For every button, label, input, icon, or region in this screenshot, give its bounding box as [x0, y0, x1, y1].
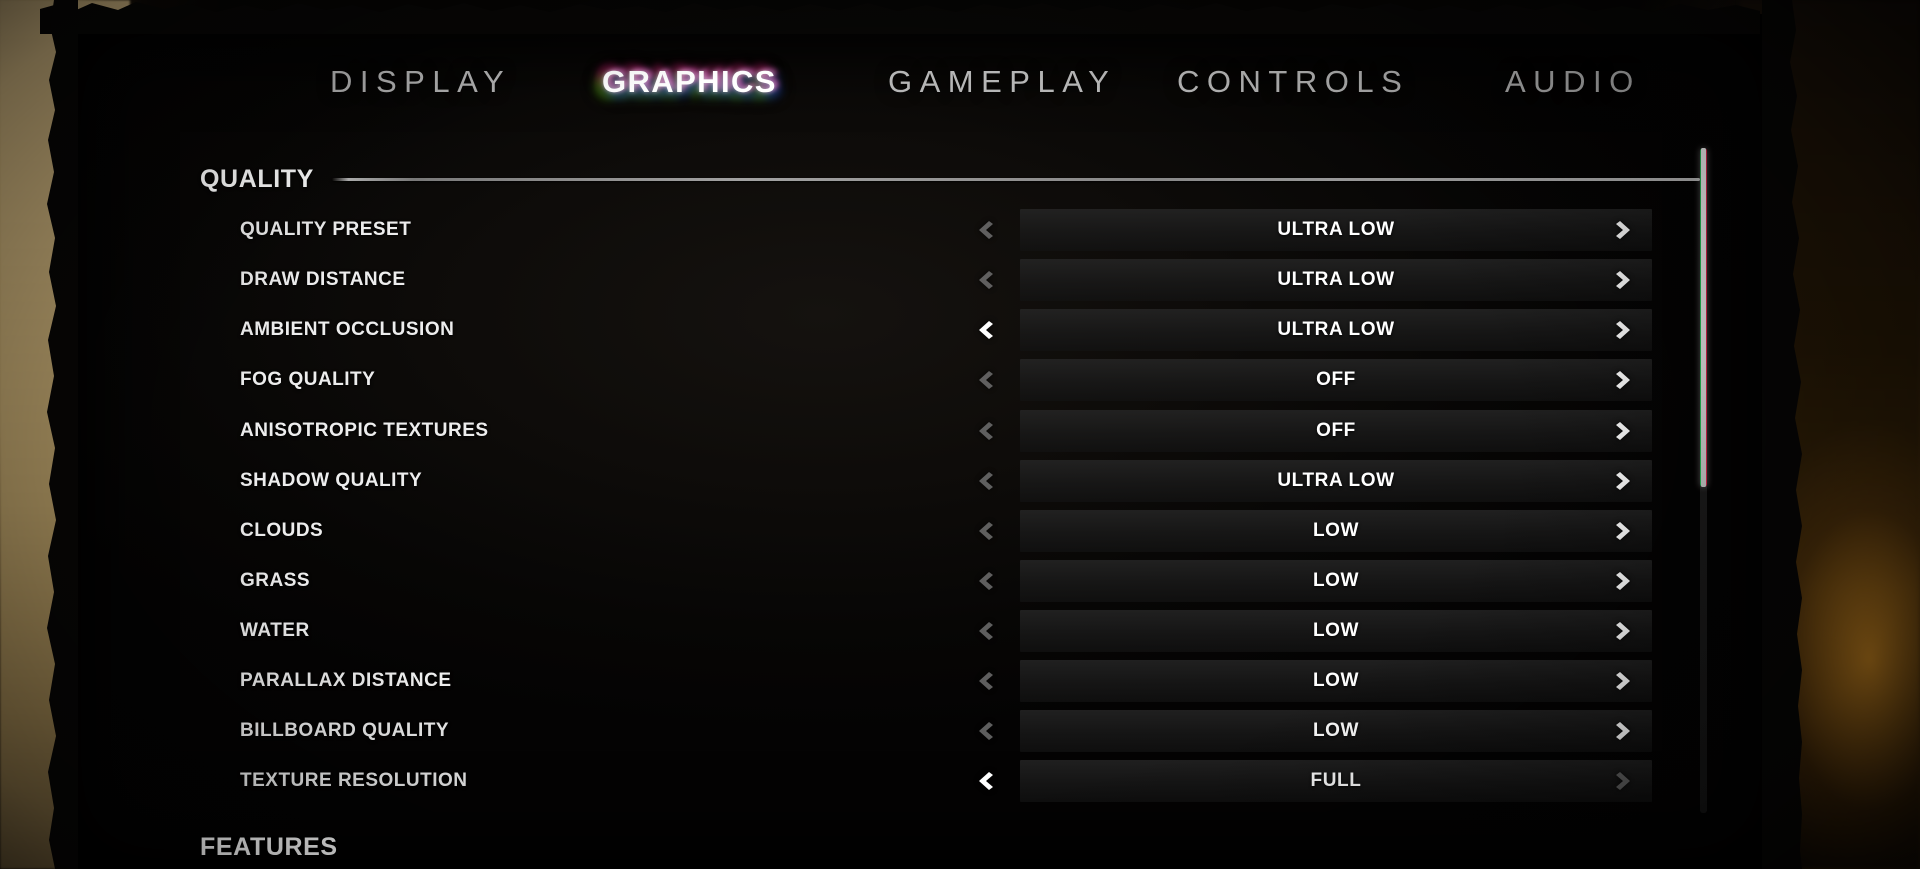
chevron-right-icon[interactable] — [1604, 560, 1644, 602]
chevron-right-icon — [1604, 760, 1644, 802]
setting-value: LOW — [1312, 570, 1360, 591]
section-header-features: FEATURES — [200, 836, 338, 858]
setting-row: ANISOTROPIC TEXTURES OFF — [0, 410, 1920, 452]
setting-value-track[interactable]: OFF — [979, 359, 1652, 401]
tab-label: GAMEPLAY — [888, 64, 1117, 99]
chevron-right-icon[interactable] — [1604, 259, 1644, 301]
chevron-right-icon[interactable] — [1604, 359, 1644, 401]
tab-label: DISPLAY — [330, 64, 512, 99]
tab-controls[interactable]: CONTROLS — [1177, 62, 1409, 102]
setting-value-track[interactable]: ULTRA LOW — [979, 309, 1652, 351]
setting-label: WATER — [240, 620, 310, 641]
chevron-left-icon — [965, 259, 1005, 301]
chevron-right-icon[interactable] — [1604, 309, 1644, 351]
setting-value: ULTRA LOW — [1277, 269, 1395, 290]
setting-value: FULL — [1310, 770, 1362, 791]
setting-value-track[interactable]: ULTRA LOW — [979, 259, 1652, 301]
chevron-left-icon — [965, 410, 1005, 452]
setting-label: ANISOTROPIC TEXTURES — [240, 420, 489, 441]
setting-label: TEXTURE RESOLUTION — [240, 770, 468, 791]
chevron-left-icon — [965, 610, 1005, 652]
setting-value-track[interactable]: ULTRA LOW — [979, 460, 1652, 502]
tab-graphics[interactable]: GRAPHICS GRAPHICS GRAPHICS GRAPHICS GRAPHICS — [596, 60, 780, 104]
setting-value: LOW — [1312, 520, 1360, 541]
setting-value: OFF — [1316, 369, 1356, 390]
setting-value: LOW — [1312, 620, 1360, 641]
chevron-right-icon[interactable] — [1604, 610, 1644, 652]
tab-label: CONTROLS — [1177, 64, 1410, 99]
setting-row: DRAW DISTANCE ULTRA LOW — [0, 259, 1920, 301]
chevron-left-icon — [965, 510, 1005, 552]
setting-label: QUALITY PRESET — [240, 219, 412, 240]
section-rule-line — [331, 178, 1700, 181]
chevron-left-icon — [965, 560, 1005, 602]
setting-row: CLOUDS LOW — [0, 510, 1920, 552]
chevron-right-icon[interactable] — [1604, 460, 1644, 502]
tab-active-chromatic-glow: GRAPHICS GRAPHICS GRAPHICS GRAPHICS GRAPHICS — [596, 60, 780, 104]
setting-label: PARALLAX DISTANCE — [240, 670, 452, 691]
setting-row: AMBIENT OCCLUSION ULTRA LOW — [0, 309, 1920, 351]
setting-row: BILLBOARD QUALITY LOW — [0, 710, 1920, 752]
scrollbar-thumb[interactable] — [1700, 148, 1707, 488]
chevron-right-icon[interactable] — [1604, 209, 1644, 251]
setting-row: WATER LOW — [0, 610, 1920, 652]
chevron-left-icon[interactable] — [965, 309, 1005, 351]
tab-audio[interactable]: AUDIO — [1505, 62, 1641, 102]
setting-row: QUALITY PRESET ULTRA LOW — [0, 209, 1920, 251]
section-header-quality: QUALITY — [200, 165, 1700, 194]
setting-label: DRAW DISTANCE — [240, 269, 406, 290]
chevron-right-icon[interactable] — [1604, 660, 1644, 702]
setting-value-track[interactable]: LOW — [979, 560, 1652, 602]
tab-label: AUDIO — [1505, 64, 1641, 99]
setting-value: ULTRA LOW — [1277, 219, 1395, 240]
chevron-right-icon[interactable] — [1604, 710, 1644, 752]
setting-value-track[interactable]: LOW — [979, 710, 1652, 752]
setting-value-track[interactable]: OFF — [979, 410, 1652, 452]
setting-value-track[interactable]: LOW — [979, 610, 1652, 652]
settings-tabbar: DISPLAY GRAPHICS GRAPHICS GRAPHICS GRAPHICS G… — [62, 60, 1780, 120]
section-title: QUALITY — [200, 165, 314, 193]
setting-label: SHADOW QUALITY — [240, 470, 423, 491]
setting-value-track[interactable]: FULL — [979, 760, 1652, 802]
setting-row: SHADOW QUALITY ULTRA LOW — [0, 460, 1920, 502]
chevron-left-icon — [965, 359, 1005, 401]
tab-gameplay[interactable]: GAMEPLAY — [888, 62, 1116, 102]
setting-value: ULTRA LOW — [1277, 470, 1395, 491]
setting-value-track[interactable]: LOW — [979, 510, 1652, 552]
setting-row: PARALLAX DISTANCE LOW — [0, 660, 1920, 702]
setting-value: LOW — [1312, 720, 1360, 741]
setting-row: TEXTURE RESOLUTION FULL — [0, 760, 1920, 802]
setting-value: LOW — [1312, 670, 1360, 691]
chevron-left-icon — [965, 209, 1005, 251]
setting-label: FOG QUALITY — [240, 369, 376, 390]
chevron-right-icon[interactable] — [1604, 410, 1644, 452]
tab-display[interactable]: DISPLAY — [330, 62, 511, 102]
setting-value: ULTRA LOW — [1277, 319, 1395, 340]
setting-row: GRASS LOW — [0, 560, 1920, 602]
chevron-left-icon — [965, 660, 1005, 702]
setting-value-track[interactable]: ULTRA LOW — [979, 209, 1652, 251]
setting-value: OFF — [1316, 420, 1356, 441]
chevron-right-icon[interactable] — [1604, 510, 1644, 552]
section-title: FEATURES — [200, 836, 338, 858]
setting-value-track[interactable]: LOW — [979, 660, 1652, 702]
setting-label: AMBIENT OCCLUSION — [240, 319, 455, 340]
chevron-left-icon[interactable] — [965, 760, 1005, 802]
setting-label: BILLBOARD QUALITY — [240, 720, 450, 741]
setting-label: CLOUDS — [240, 520, 324, 541]
setting-label: GRASS — [240, 570, 311, 591]
chevron-left-icon — [965, 710, 1005, 752]
tab-label: GRAPHICS — [602, 64, 777, 99]
settings-scrollbar[interactable] — [1700, 148, 1707, 813]
setting-row: FOG QUALITY OFF — [0, 359, 1920, 401]
chevron-left-icon — [965, 460, 1005, 502]
